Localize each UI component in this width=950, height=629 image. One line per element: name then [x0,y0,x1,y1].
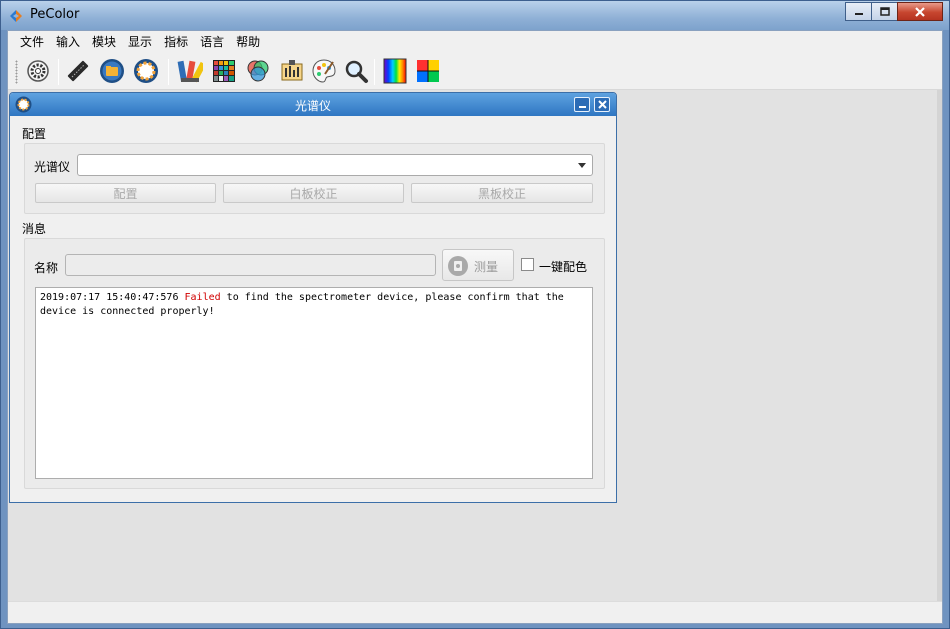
message-group: 名称 测量 一键配色 2019:07:17 15:40:47:576 Faile… [24,238,605,489]
toolbar-device-button[interactable] [64,57,92,85]
child-minimize-button[interactable] [574,97,590,112]
config-section-label: 配置 [22,127,47,141]
window-title: PeColor [30,7,80,22]
maximize-icon [879,7,890,16]
palette-icon [312,59,336,83]
window-controls [845,2,943,21]
minimize-button[interactable] [845,2,872,21]
spectrometer-window: 光谱仪 配置 光谱仪 配置 白板校正 黑板校正 消息 名称 测量 一键配色 20… [9,92,617,503]
log-status-failed: Failed [184,292,221,303]
toolbar-colorgrid-button[interactable] [210,57,238,85]
spectrum-icon [383,58,407,84]
toolbar-colorsquare-button[interactable] [414,57,442,85]
log-timestamp: 2019:07:17 15:40:47:576 [40,292,179,303]
toolbar-calibration-button[interactable] [278,57,306,85]
message-section-label: 消息 [22,222,47,236]
menu-display[interactable]: 显示 [122,31,158,53]
rgb-circles-icon [247,60,269,82]
main-window: PeColor 文件 输入 模块 显示 指标 语言 帮助 光谱仪 配置 光谱仪 … [0,0,950,629]
spectrometer-icon [134,59,158,83]
toolbar-separator [168,59,169,85]
status-bar [8,601,942,623]
toolbar-settings-button[interactable] [24,57,52,85]
toolbar-spectrum-button[interactable] [381,57,409,85]
title-bar[interactable]: PeColor [1,1,949,30]
measuring-device-icon [67,60,89,82]
color-grid-icon [213,60,235,82]
menu-index[interactable]: 指标 [158,31,194,53]
white-calibration-button[interactable]: 白板校正 [223,183,404,203]
configure-button[interactable]: 配置 [35,183,216,203]
pecolor-app-icon [10,10,22,22]
toolbar-colorfan-button[interactable] [176,57,204,85]
toolbar-search-button[interactable] [342,57,370,85]
minimize-icon [578,106,586,108]
toolbar-spectrometer-button[interactable] [132,57,160,85]
toolbar-grip[interactable] [15,60,18,84]
spectrometer-select[interactable] [77,154,593,176]
toolbar-separator [58,59,59,85]
menu-help[interactable]: 帮助 [230,31,266,53]
menu-input[interactable]: 输入 [50,31,86,53]
menu-module[interactable]: 模块 [86,31,122,53]
toolbar-rgb-button[interactable] [244,57,272,85]
name-input[interactable] [65,254,436,276]
close-icon [915,6,925,17]
open-folder-icon [100,59,124,83]
measure-button[interactable]: 测量 [442,249,514,281]
close-icon [597,100,607,109]
menu-language[interactable]: 语言 [194,31,230,53]
one-click-match-label: 一键配色 [539,260,588,274]
measure-button-label: 测量 [474,260,499,274]
child-close-button[interactable] [594,97,610,112]
toolbar [8,53,942,90]
spectrometer-label: 光谱仪 [34,160,71,174]
magnifier-icon [345,60,368,83]
close-button[interactable] [897,2,943,21]
color-square-icon [417,60,439,82]
maximize-button[interactable] [871,2,898,21]
toolbar-open-button[interactable] [98,57,126,85]
menu-bar: 文件 输入 模块 显示 指标 语言 帮助 [8,31,942,53]
name-label: 名称 [34,261,59,275]
toolbar-palette-button[interactable] [310,57,338,85]
one-click-match-checkbox[interactable] [521,258,534,271]
spectrometer-window-titlebar[interactable]: 光谱仪 [10,93,616,116]
menu-file[interactable]: 文件 [14,31,50,53]
black-calibration-button[interactable]: 黑板校正 [411,183,593,203]
color-fan-icon [177,60,203,83]
measure-icon [448,256,468,276]
config-group: 光谱仪 配置 白板校正 黑板校正 [24,143,605,214]
spectrometer-window-title: 光谱仪 [294,99,331,113]
calibration-icon [281,60,303,81]
chevron-down-icon [578,163,586,168]
toolbar-separator [374,59,375,85]
settings-gear-icon [27,60,49,82]
mdi-vertical-scrollbar[interactable] [937,90,942,603]
minimize-icon [854,12,863,15]
message-log[interactable]: 2019:07:17 15:40:47:576 Failed to find t… [35,287,593,479]
